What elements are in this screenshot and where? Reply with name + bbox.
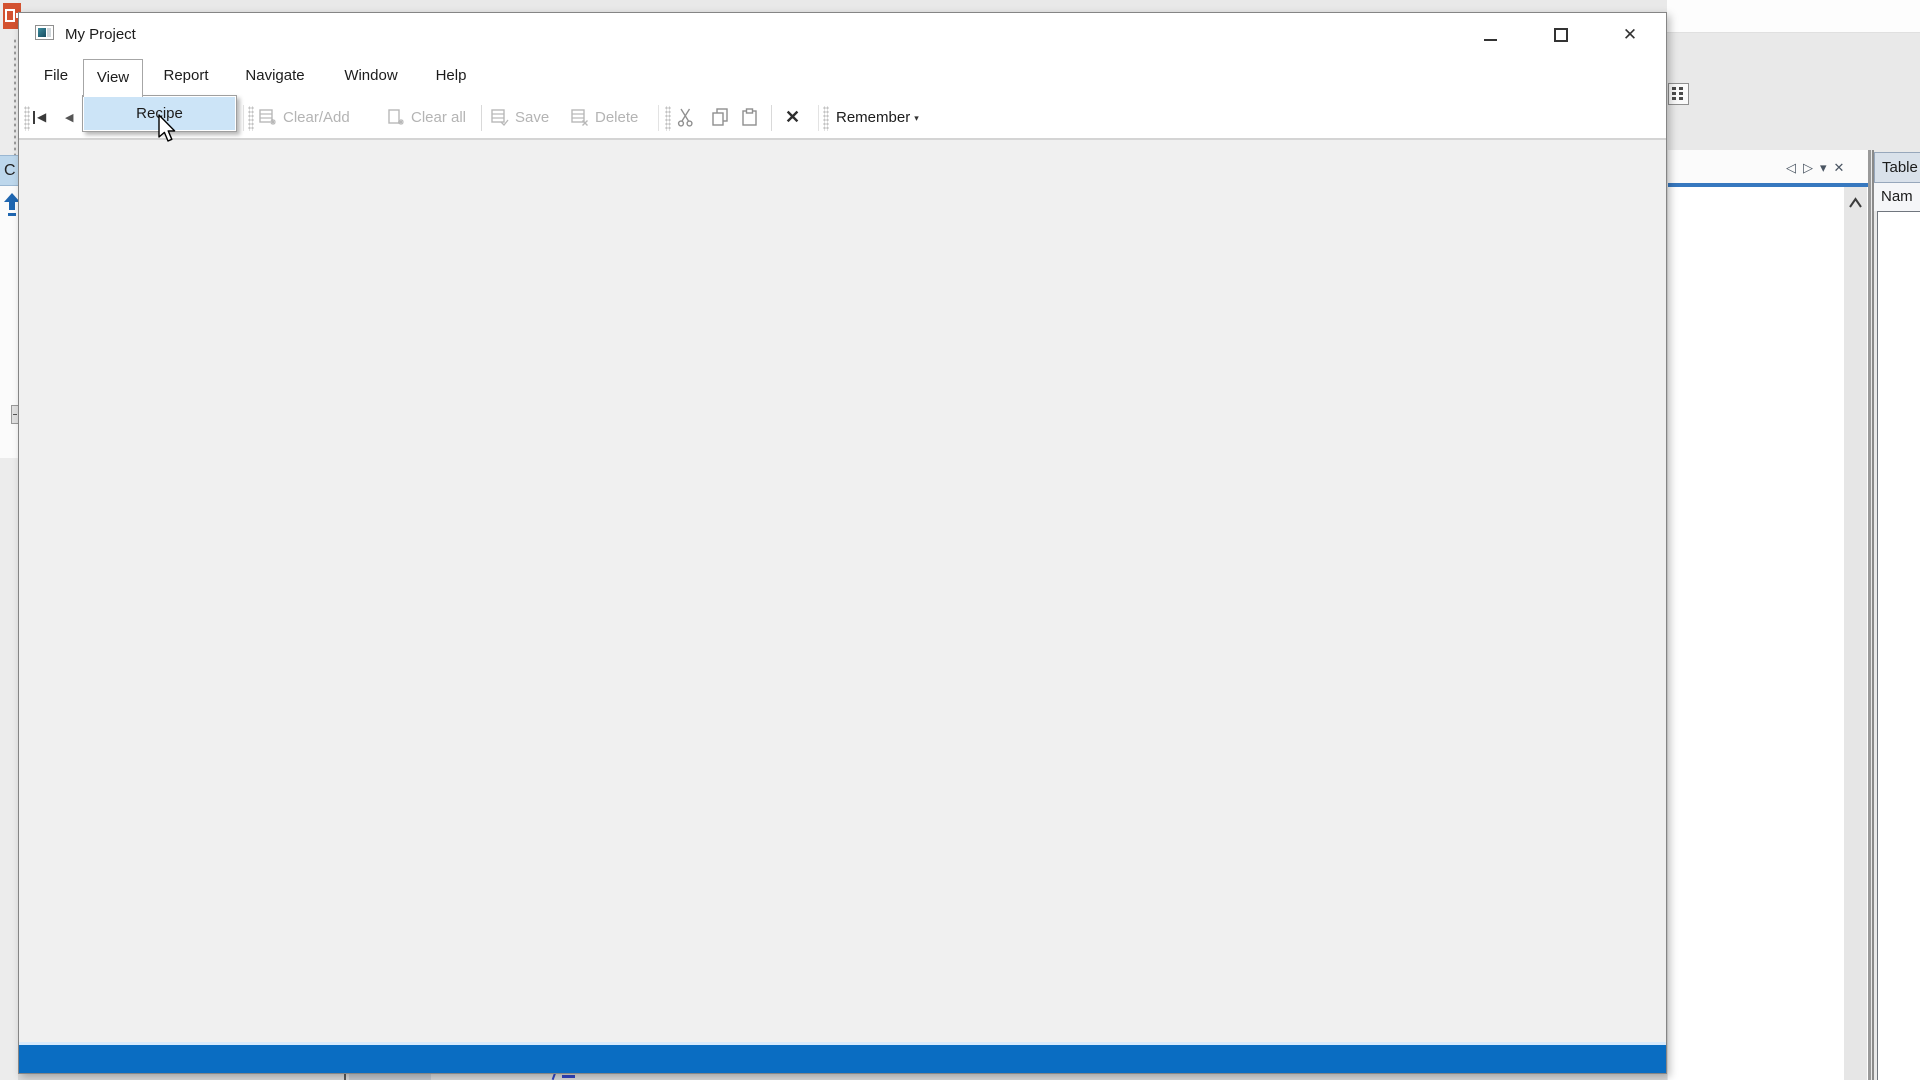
first-record-button[interactable]: ◀: [33, 96, 46, 138]
table-grid-icon: [1672, 87, 1683, 100]
toolbar-grip[interactable]: [248, 106, 254, 131]
mouse-cursor: [158, 114, 176, 142]
first-record-icon: ◀: [37, 110, 47, 124]
clear-all-label: Clear all: [411, 108, 467, 126]
clear-all-button[interactable]: Clear all: [387, 96, 466, 138]
save-label: Save: [515, 108, 550, 126]
toolbar: ◀ ◀ Clear/Add Clear all Save Delete ✕ Re…: [19, 96, 1666, 140]
bottom-background-sliver: [18, 1074, 1667, 1080]
background-window-content: [1668, 187, 1868, 1080]
clear-add-button[interactable]: Clear/Add: [259, 96, 350, 138]
table-panel-tab[interactable]: Table: [1874, 152, 1920, 183]
next-tab-icon[interactable]: ▷: [1803, 161, 1813, 174]
menu-window[interactable]: Window: [332, 56, 410, 96]
cut-icon[interactable]: [677, 108, 694, 127]
delete-button[interactable]: Delete: [571, 96, 638, 138]
background-window-border: [1868, 150, 1871, 1080]
minimize-button[interactable]: [1462, 19, 1518, 50]
status-bar: [19, 1045, 1666, 1073]
paste-icon[interactable]: [741, 108, 758, 127]
tab-navigation-arrows: ◁ ▷ ▾ ✕: [1786, 150, 1844, 184]
table-delete-icon: [571, 108, 588, 126]
bottom-scrollbar-thumb: [349, 1073, 431, 1080]
toolbar-grip[interactable]: [24, 106, 30, 131]
menu-view[interactable]: View: [83, 59, 143, 97]
table-save-icon: [491, 108, 509, 126]
delete-x-icon: ✕: [785, 106, 801, 127]
window-title: My Project: [65, 26, 136, 43]
toolbar-boundary: [818, 105, 819, 131]
title-bar[interactable]: My Project ✕: [19, 13, 1666, 56]
toolbar-separator: [771, 105, 772, 131]
chevron-up-icon[interactable]: [1847, 196, 1864, 210]
prev-tab-icon[interactable]: ◁: [1786, 161, 1796, 174]
table-add-icon: [259, 108, 276, 125]
toolbar-grip[interactable]: [665, 106, 671, 131]
clear-add-label: Clear/Add: [283, 108, 350, 126]
chevron-down-icon: ▾: [914, 112, 919, 123]
document-content-area[interactable]: [19, 140, 1666, 1042]
menu-help[interactable]: Help: [425, 56, 477, 96]
toolbar-boundary: [658, 105, 659, 131]
screen: ◁ ▷ ▾ ✕ Table Nam C My Project ✕ File Vi…: [0, 0, 1920, 1080]
bottom-blue-glyph: [562, 1075, 575, 1078]
menu-bar: File View Report Navigate Window Help: [19, 56, 1666, 97]
menu-navigate[interactable]: Navigate: [233, 56, 317, 96]
tab-list-icon[interactable]: ▾: [1820, 161, 1827, 174]
background-scrollbar[interactable]: [1844, 187, 1867, 1080]
menu-file[interactable]: File: [32, 56, 80, 96]
save-button[interactable]: Save: [491, 96, 549, 138]
close-tab-icon[interactable]: ✕: [1834, 161, 1845, 174]
previous-record-icon: ◀: [65, 111, 74, 124]
toolbar-separator: [481, 105, 482, 131]
remember-label: Remember: [836, 108, 911, 126]
close-button[interactable]: ✕: [1602, 19, 1658, 50]
first-record-bar: [33, 110, 35, 124]
table-panel-column-header: Nam: [1874, 183, 1920, 211]
toolbar-boundary: [243, 105, 244, 131]
table-panel-list[interactable]: [1877, 211, 1920, 1080]
left-toolbar-grip: [13, 38, 17, 155]
background-titlebar-strip: [1667, 0, 1920, 33]
my-project-window: My Project ✕ File View Report Navigate W…: [18, 12, 1667, 1074]
bottom-divider-line: [344, 1073, 346, 1080]
copy-icon[interactable]: [711, 108, 729, 127]
delete-x-button[interactable]: ✕: [785, 96, 800, 138]
delete-label: Delete: [595, 108, 639, 126]
menu-report[interactable]: Report: [152, 56, 220, 96]
left-tab-c[interactable]: C: [0, 155, 18, 186]
maximize-icon: [1554, 27, 1568, 42]
maximize-button[interactable]: [1533, 19, 1589, 50]
minimize-icon: [1483, 38, 1497, 41]
remember-dropdown-button[interactable]: Remember ▾: [836, 96, 919, 138]
toolbar-grip[interactable]: [823, 106, 829, 131]
page-clear-icon: [388, 108, 404, 125]
table-grid-button[interactable]: [1668, 83, 1689, 105]
table-panel-border: [1872, 150, 1874, 1080]
previous-record-button[interactable]: ◀: [65, 96, 73, 138]
close-icon: ✕: [1622, 25, 1638, 44]
app-window-icon: [35, 25, 54, 40]
